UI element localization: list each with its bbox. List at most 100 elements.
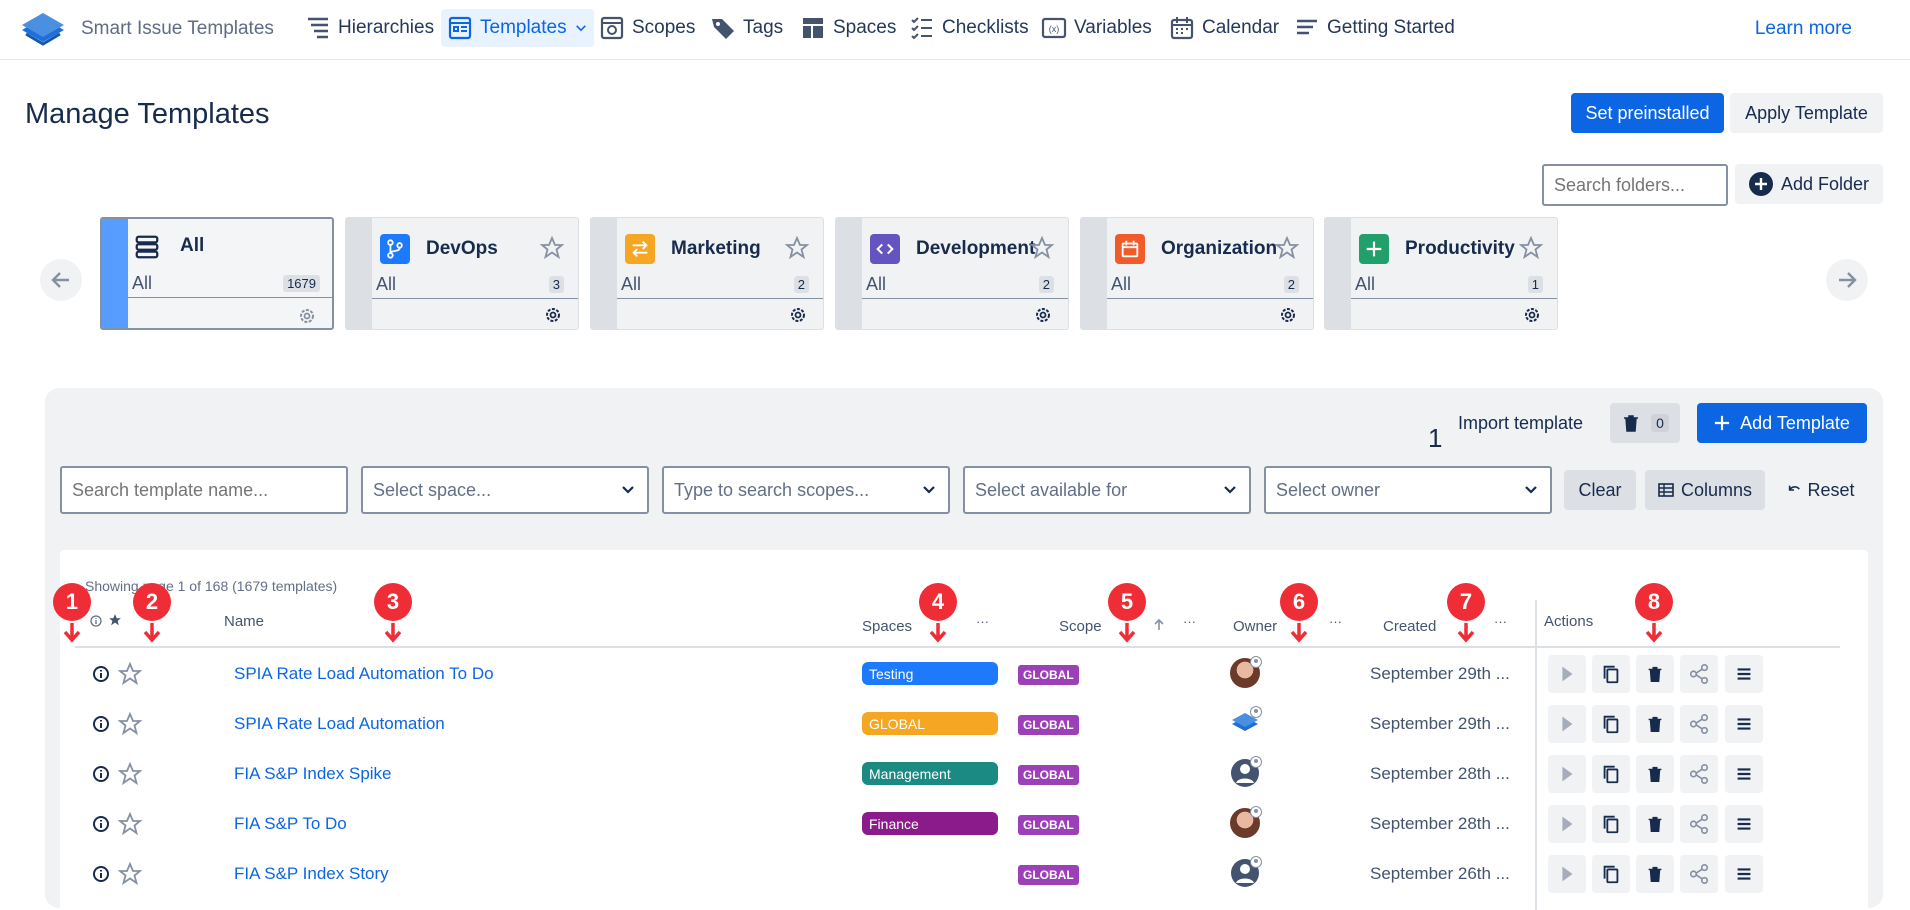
nav-checklists[interactable]: Checklists: [903, 9, 1035, 47]
folder-card-organization[interactable]: Organization All 2: [1080, 217, 1314, 330]
spaces-column-menu[interactable]: ···: [976, 614, 989, 629]
share-button[interactable]: [1680, 705, 1718, 743]
delete-button[interactable]: [1636, 705, 1674, 743]
select-space-dropdown[interactable]: Select space...: [361, 466, 649, 514]
add-template-button[interactable]: Add Template: [1697, 403, 1867, 443]
folder-card-all[interactable]: All All 1679: [100, 217, 334, 330]
import-template-button[interactable]: Import template: [1458, 413, 1583, 434]
delete-button[interactable]: [1636, 755, 1674, 793]
learn-more-link[interactable]: Learn more: [1755, 18, 1852, 40]
column-header-spaces[interactable]: Spaces: [862, 618, 912, 635]
star-icon[interactable]: [118, 862, 142, 886]
scope-column-menu[interactable]: ···: [1183, 614, 1196, 629]
run-button[interactable]: [1548, 655, 1586, 693]
columns-button[interactable]: Columns: [1645, 470, 1765, 510]
template-name-link[interactable]: FIA S&P Index Story: [234, 864, 389, 884]
created-column-menu[interactable]: ···: [1494, 614, 1507, 629]
info-icon[interactable]: [92, 765, 110, 783]
search-template-name-input[interactable]: [60, 466, 348, 514]
trash-icon: [1648, 766, 1662, 783]
trash-button[interactable]: 0: [1610, 403, 1680, 443]
carousel-next-button[interactable]: [1826, 259, 1868, 301]
info-icon[interactable]: [92, 865, 110, 883]
select-available-for-dropdown[interactable]: Select available for: [963, 466, 1251, 514]
template-name-link[interactable]: SPIA Rate Load Automation: [234, 714, 445, 734]
more-menu-button[interactable]: [1725, 855, 1763, 893]
gear-icon[interactable]: [298, 307, 316, 325]
add-folder-button[interactable]: Add Folder: [1735, 164, 1883, 204]
gear-icon[interactable]: [1034, 306, 1052, 324]
nav-tags[interactable]: Tags: [704, 9, 789, 47]
star-icon[interactable]: [118, 762, 142, 786]
star-icon[interactable]: [785, 236, 809, 260]
nav-calendar[interactable]: Calendar: [1163, 9, 1285, 47]
nav-hierarchies[interactable]: Hierarchies: [299, 9, 440, 47]
more-menu-button[interactable]: [1725, 805, 1763, 843]
nav-getting-started[interactable]: Getting Started: [1288, 9, 1461, 47]
column-header-scope[interactable]: Scope: [1059, 618, 1102, 635]
more-menu-button[interactable]: [1725, 655, 1763, 693]
run-button[interactable]: [1548, 855, 1586, 893]
column-header-name[interactable]: Name: [224, 613, 264, 630]
star-icon[interactable]: [540, 236, 564, 260]
sort-ascending-icon[interactable]: [1152, 618, 1166, 632]
gear-icon[interactable]: [789, 306, 807, 324]
select-owner-dropdown[interactable]: Select owner: [1264, 466, 1552, 514]
folder-card-devops[interactable]: DevOps All 3: [345, 217, 579, 330]
star-icon[interactable]: [1030, 236, 1054, 260]
gear-icon[interactable]: [1279, 306, 1297, 324]
delete-button[interactable]: [1636, 855, 1674, 893]
run-button[interactable]: [1548, 805, 1586, 843]
gear-icon[interactable]: [544, 306, 562, 324]
share-button[interactable]: [1680, 855, 1718, 893]
template-name-link[interactable]: FIA S&P Index Spike: [234, 764, 392, 784]
arrow-down-icon: [1118, 623, 1136, 643]
star-filled-icon[interactable]: [108, 613, 122, 627]
info-icon[interactable]: [92, 665, 110, 683]
checklist-icon: [911, 17, 932, 40]
folder-card-productivity[interactable]: Productivity All 1: [1324, 217, 1558, 330]
select-scopes-dropdown[interactable]: Type to search scopes...: [662, 466, 950, 514]
folder-card-marketing[interactable]: Marketing All 2: [590, 217, 824, 330]
duplicate-button[interactable]: [1592, 655, 1630, 693]
search-folders-input[interactable]: [1542, 164, 1728, 206]
info-icon[interactable]: [92, 815, 110, 833]
carousel-prev-button[interactable]: [40, 259, 82, 301]
owner-column-menu[interactable]: ···: [1329, 614, 1342, 629]
duplicate-button[interactable]: [1592, 855, 1630, 893]
column-header-created[interactable]: Created: [1383, 618, 1436, 635]
star-icon[interactable]: [118, 812, 142, 836]
duplicate-button[interactable]: [1592, 805, 1630, 843]
apply-template-button[interactable]: Apply Template: [1730, 93, 1883, 133]
run-button[interactable]: [1548, 705, 1586, 743]
star-icon[interactable]: [1519, 236, 1543, 260]
column-header-owner[interactable]: Owner: [1233, 618, 1277, 635]
nav-templates[interactable]: Templates: [441, 9, 594, 47]
share-button[interactable]: [1680, 655, 1718, 693]
share-button[interactable]: [1680, 755, 1718, 793]
template-name-link[interactable]: SPIA Rate Load Automation To Do: [234, 664, 494, 684]
template-name-link[interactable]: FIA S&P To Do: [234, 814, 347, 834]
nav-variables[interactable]: (x) Variables: [1035, 9, 1158, 47]
gear-icon[interactable]: [1523, 306, 1541, 324]
clear-filters-button[interactable]: Clear: [1564, 470, 1636, 510]
set-preinstalled-button[interactable]: Set preinstalled: [1571, 93, 1724, 133]
star-icon[interactable]: [1275, 236, 1299, 260]
run-button[interactable]: [1548, 755, 1586, 793]
more-menu-button[interactable]: [1725, 755, 1763, 793]
more-menu-button[interactable]: [1725, 705, 1763, 743]
star-icon[interactable]: [118, 712, 142, 736]
duplicate-button[interactable]: [1592, 705, 1630, 743]
star-icon[interactable]: [118, 662, 142, 686]
duplicate-button[interactable]: [1592, 755, 1630, 793]
reset-button[interactable]: Reset: [1776, 470, 1866, 510]
info-icon[interactable]: [92, 715, 110, 733]
delete-button[interactable]: [1636, 655, 1674, 693]
delete-button[interactable]: [1636, 805, 1674, 843]
calendar-icon: [1170, 17, 1194, 40]
share-button[interactable]: [1680, 805, 1718, 843]
nav-spaces[interactable]: Spaces: [794, 9, 902, 47]
folder-card-development[interactable]: Development All 2: [835, 217, 1069, 330]
columns-label: Columns: [1680, 479, 1753, 500]
nav-scopes[interactable]: Scopes: [593, 9, 701, 47]
